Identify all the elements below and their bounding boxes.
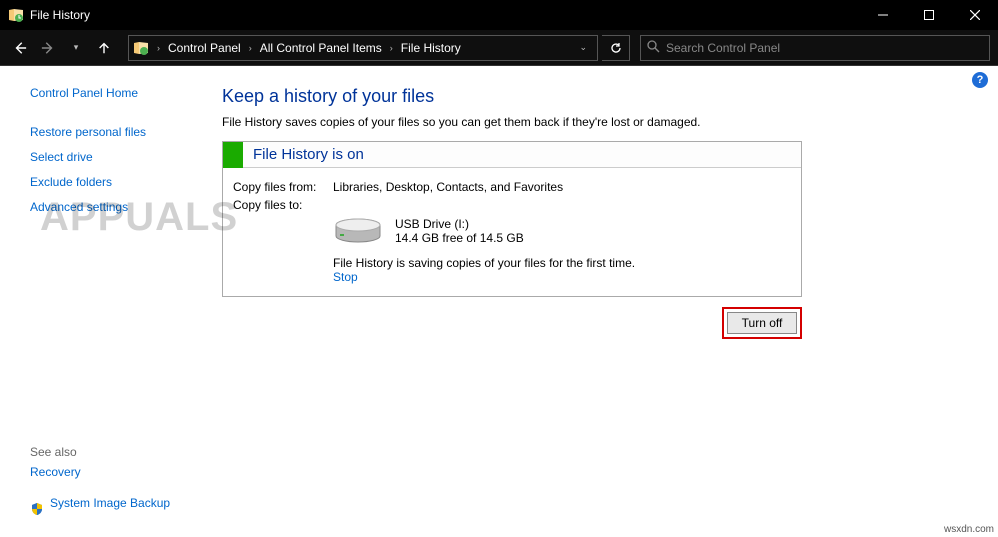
chevron-right-icon[interactable]: › — [155, 43, 162, 53]
breadcrumb-item[interactable]: All Control Panel Items — [256, 41, 386, 55]
back-button[interactable] — [8, 36, 32, 60]
sidebar-link-select-drive[interactable]: Select drive — [30, 150, 200, 164]
recovery-link[interactable]: Recovery — [30, 465, 81, 479]
close-button[interactable] — [952, 0, 998, 30]
breadcrumb-item[interactable]: Control Panel — [164, 41, 245, 55]
breadcrumb-item[interactable]: File History — [397, 41, 465, 55]
system-image-backup-link[interactable]: System Image Backup — [50, 496, 170, 510]
stop-link[interactable]: Stop — [333, 270, 358, 284]
address-dropdown-button[interactable]: ⌄ — [573, 42, 593, 53]
sidebar-link-restore[interactable]: Restore personal files — [30, 125, 200, 139]
sidebar-link-exclude-folders[interactable]: Exclude folders — [30, 175, 200, 189]
forward-button[interactable] — [36, 36, 60, 60]
address-bar[interactable]: › Control Panel › All Control Panel Item… — [128, 35, 598, 61]
app-icon — [8, 7, 24, 23]
status-indicator-icon — [223, 142, 243, 168]
sidebar-link-advanced-settings[interactable]: Advanced settings — [30, 200, 200, 214]
drive-space: 14.4 GB free of 14.5 GB — [395, 231, 524, 245]
status-text: File History is saving copies of your fi… — [333, 256, 791, 270]
title-bar: File History — [0, 0, 998, 30]
content-area: Control Panel Home Restore personal file… — [0, 66, 998, 537]
page-description: File History saves copies of your files … — [222, 115, 986, 129]
search-placeholder: Search Control Panel — [666, 41, 780, 55]
search-input[interactable]: Search Control Panel — [640, 35, 990, 61]
shield-icon — [30, 502, 44, 516]
copy-to-label: Copy files to: — [233, 198, 333, 212]
panel-title: File History is on — [253, 146, 364, 163]
watermark-source: wsxdn.com — [944, 524, 994, 535]
search-icon — [647, 40, 660, 56]
drive-icon — [333, 216, 383, 246]
nav-bar: ▾ › Control Panel › All Control Panel It… — [0, 30, 998, 66]
recent-locations-button[interactable]: ▾ — [64, 36, 88, 60]
help-icon[interactable]: ? — [972, 72, 988, 88]
minimize-button[interactable] — [860, 0, 906, 30]
file-history-panel: File History is on Copy files from: Libr… — [222, 141, 802, 297]
copy-from-label: Copy files from: — [233, 180, 333, 194]
sidebar: Control Panel Home Restore personal file… — [0, 66, 210, 537]
see-also-label: See also — [30, 445, 200, 465]
chevron-right-icon[interactable]: › — [388, 43, 395, 53]
up-button[interactable] — [92, 36, 116, 60]
main-panel: ? Keep a history of your files File Hist… — [210, 66, 998, 537]
location-icon — [133, 40, 149, 56]
page-heading: Keep a history of your files — [222, 86, 986, 107]
window-title: File History — [30, 8, 990, 22]
panel-header: File History is on — [223, 142, 801, 168]
turn-off-highlight: Turn off — [722, 307, 802, 339]
copy-from-value: Libraries, Desktop, Contacts, and Favori… — [333, 180, 791, 194]
chevron-right-icon[interactable]: › — [247, 43, 254, 53]
refresh-button[interactable] — [602, 35, 630, 61]
drive-name: USB Drive (I:) — [395, 217, 524, 231]
turn-off-button[interactable]: Turn off — [727, 312, 797, 334]
control-panel-home-link[interactable]: Control Panel Home — [30, 86, 200, 100]
maximize-button[interactable] — [906, 0, 952, 30]
